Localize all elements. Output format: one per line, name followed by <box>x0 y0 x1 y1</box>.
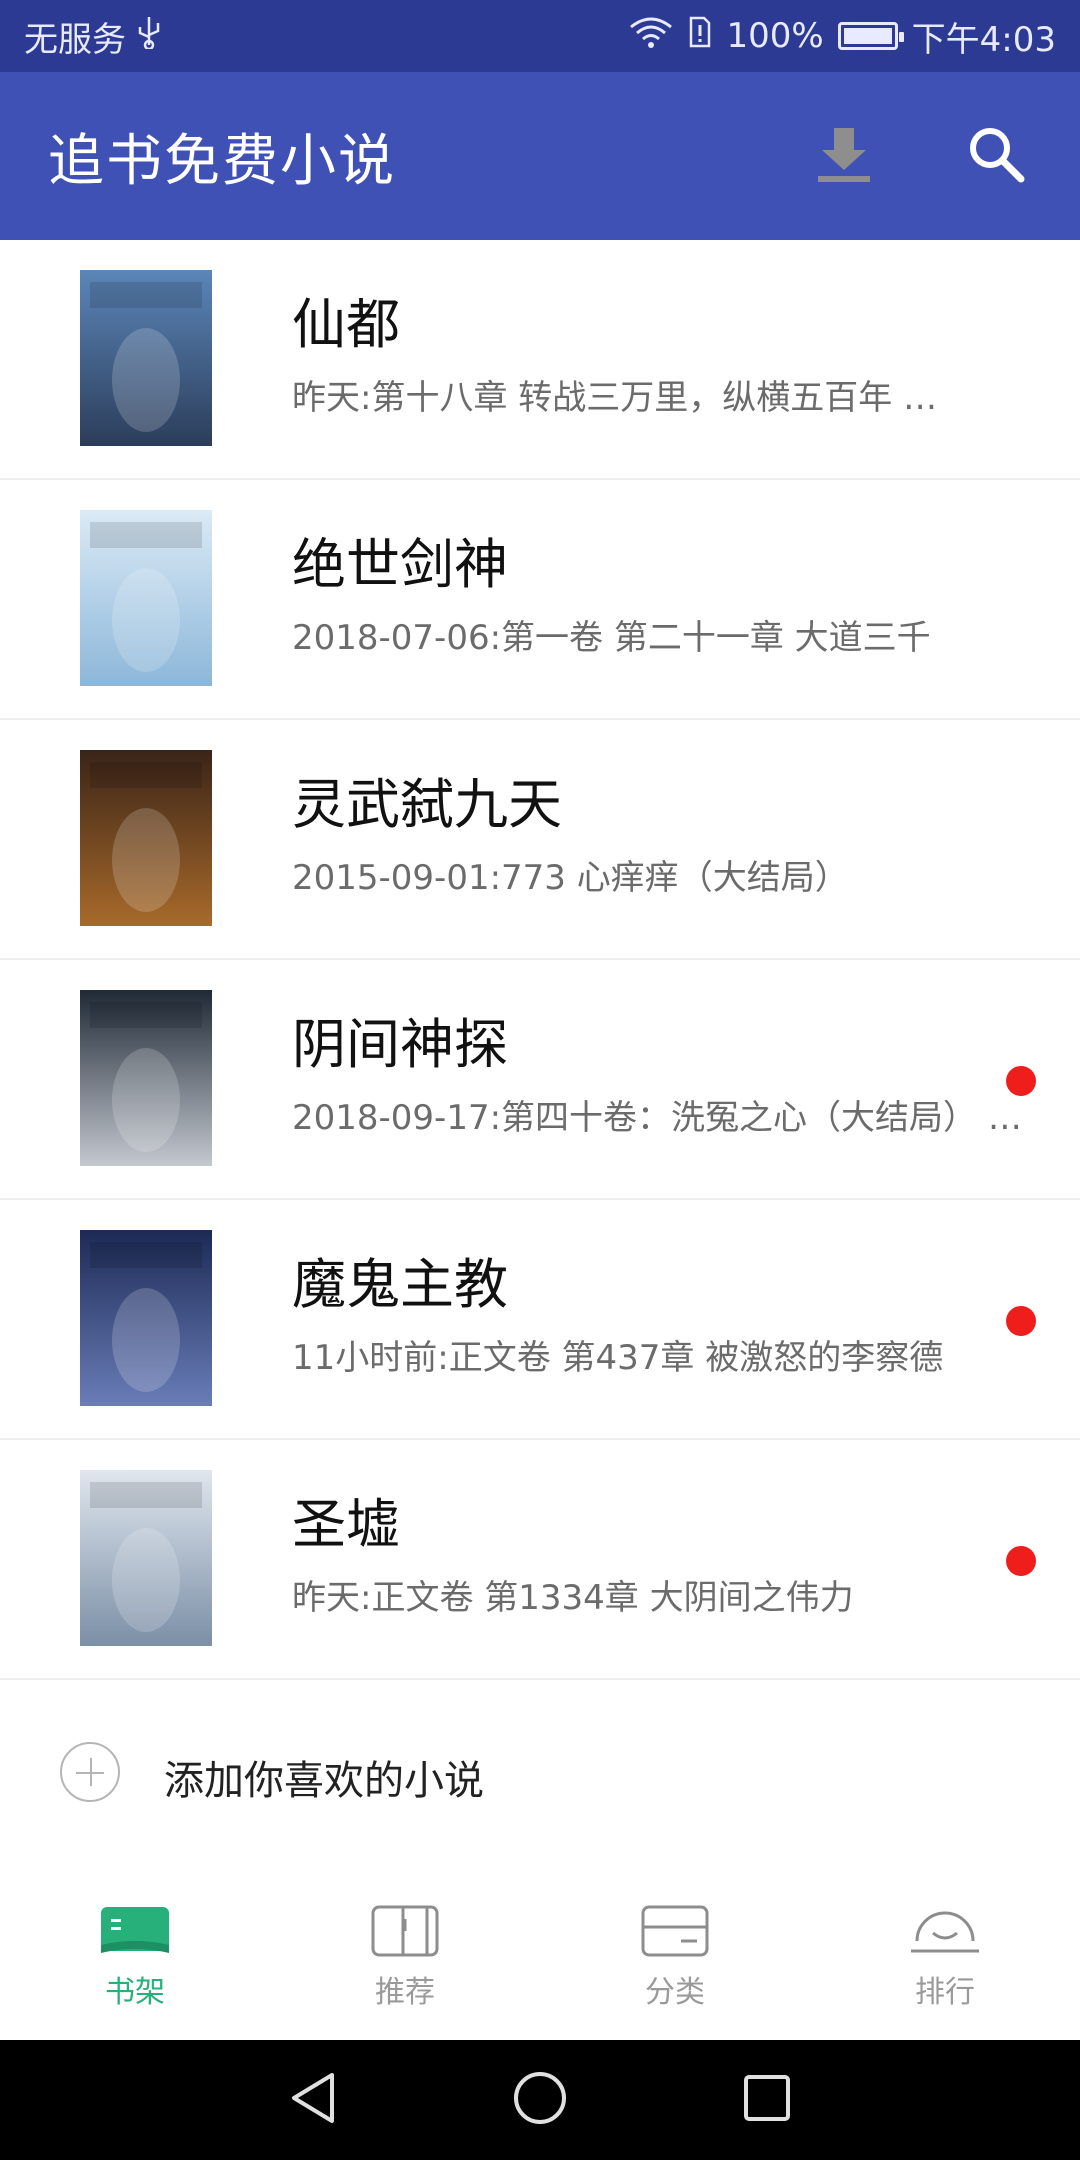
book-latest-chapter: 2015-09-01:773 心痒痒（大结局） <box>292 858 849 898</box>
book-cover <box>80 1230 212 1406</box>
home-button[interactable] <box>510 2070 570 2130</box>
home-circle-icon <box>512 2070 568 2130</box>
recents-square-icon <box>742 2073 792 2127</box>
book-text: 阴间神探 2018-09-17:第四十卷：洗冤之心（大结局） … <box>292 1010 1022 1139</box>
download-button[interactable] <box>808 120 880 192</box>
book-latest-chapter: 昨天:第十八章 转战三万里，纵横五百年 … <box>292 378 938 418</box>
book-latest-chapter: 2018-09-17:第四十卷：洗冤之心（大结局） … <box>292 1098 1022 1138</box>
book-latest-chapter: 11小时前:正文卷 第437章 被激怒的李察德 <box>292 1338 944 1378</box>
book-title: 绝世剑神 <box>292 533 508 596</box>
book-row[interactable]: 灵武弑九天 2015-09-01:773 心痒痒（大结局） <box>0 720 1080 960</box>
add-novel-label: 添加你喜欢的小说 <box>164 1758 484 1804</box>
book-text: 魔鬼主教 11小时前:正文卷 第437章 被激怒的李察德 <box>292 1250 1012 1379</box>
nav-label: 书架 <box>105 1975 165 2010</box>
app-actions <box>808 120 1032 192</box>
book-title: 仙都 <box>292 293 400 356</box>
nav-label: 推荐 <box>375 1975 435 2010</box>
book-row[interactable]: 阴间神探 2018-09-17:第四十卷：洗冤之心（大结局） … <box>0 960 1080 1200</box>
book-text: 仙都 昨天:第十八章 转战三万里，纵横五百年 … <box>292 290 1012 419</box>
clock-text: 下午4:03 <box>911 19 1056 60</box>
back-triangle-icon <box>288 2071 338 2129</box>
unread-dot <box>1006 1306 1036 1336</box>
add-novel-row[interactable]: 添加你喜欢的小说 <box>0 1682 1080 1862</box>
book-cover <box>80 1470 212 1646</box>
book-cover <box>80 750 212 926</box>
book-row[interactable]: 仙都 昨天:第十八章 转战三万里，纵横五百年 … <box>0 240 1080 480</box>
book-cover <box>80 510 212 686</box>
usb-icon <box>136 15 162 58</box>
recents-button[interactable] <box>737 2070 797 2130</box>
book-title: 灵武弑九天 <box>292 773 562 836</box>
book-row[interactable]: 魔鬼主教 11小时前:正文卷 第437章 被激怒的李察德 <box>0 1200 1080 1440</box>
add-circle-icon <box>60 1742 120 1802</box>
unread-dot <box>1006 1546 1036 1576</box>
battery-icon <box>837 22 904 50</box>
recommend-icon <box>367 1901 443 1961</box>
back-button[interactable] <box>283 2070 343 2130</box>
book-latest-chapter: 2018-07-06:第一卷 第二十一章 大道三千 <box>292 618 931 658</box>
book-row[interactable]: 绝世剑神 2018-07-06:第一卷 第二十一章 大道三千 <box>0 480 1080 720</box>
nav-item-recommend[interactable]: 推荐 <box>270 1872 540 2040</box>
book-row[interactable]: 圣墟 昨天:正文卷 第1334章 大阴间之伟力 <box>0 1440 1080 1680</box>
category-icon <box>637 1901 713 1961</box>
nav-item-category[interactable]: 分类 <box>540 1872 810 2040</box>
book-list: 仙都 昨天:第十八章 转战三万里，纵横五百年 … 绝世剑神 2018-07-06… <box>0 240 1080 1680</box>
search-button[interactable] <box>960 120 1032 192</box>
nav-label: 排行 <box>915 1975 975 2010</box>
system-nav-bar <box>0 2040 1080 2160</box>
sim-icon <box>688 15 712 58</box>
download-icon <box>812 122 876 190</box>
book-title: 阴间神探 <box>292 1013 508 1076</box>
book-title: 魔鬼主教 <box>292 1253 508 1316</box>
wifi-icon <box>628 15 674 58</box>
search-icon <box>966 124 1026 188</box>
battery-percent: 100% <box>726 16 824 56</box>
bookshelf-icon <box>97 1901 173 1961</box>
book-cover <box>80 270 212 446</box>
nav-label: 分类 <box>645 1975 705 2010</box>
book-text: 绝世剑神 2018-07-06:第一卷 第二十一章 大道三千 <box>292 530 1012 659</box>
carrier-text: 无服务 <box>24 19 126 60</box>
book-text: 圣墟 昨天:正文卷 第1334章 大阴间之伟力 <box>292 1490 1012 1619</box>
book-text: 灵武弑九天 2015-09-01:773 心痒痒（大结局） <box>292 770 1012 899</box>
nav-item-ranking[interactable]: 排行 <box>810 1872 1080 2040</box>
ranking-icon <box>907 1901 983 1961</box>
app-bar: 追书免费小说 <box>0 72 1080 240</box>
unread-dot <box>1006 1066 1036 1096</box>
book-cover <box>80 990 212 1166</box>
status-right: 100% 下午4:03 <box>628 12 1056 61</box>
book-latest-chapter: 昨天:正文卷 第1334章 大阴间之伟力 <box>292 1578 854 1618</box>
nav-item-bookshelf[interactable]: 书架 <box>0 1872 270 2040</box>
book-title: 圣墟 <box>292 1493 400 1556</box>
bottom-nav: 书架 推荐 分类 排行 <box>0 1872 1080 2040</box>
status-bar: 无服务 100% 下午4:03 <box>0 0 1080 72</box>
status-left: 无服务 <box>24 12 162 61</box>
app-title: 追书免费小说 <box>48 128 396 194</box>
